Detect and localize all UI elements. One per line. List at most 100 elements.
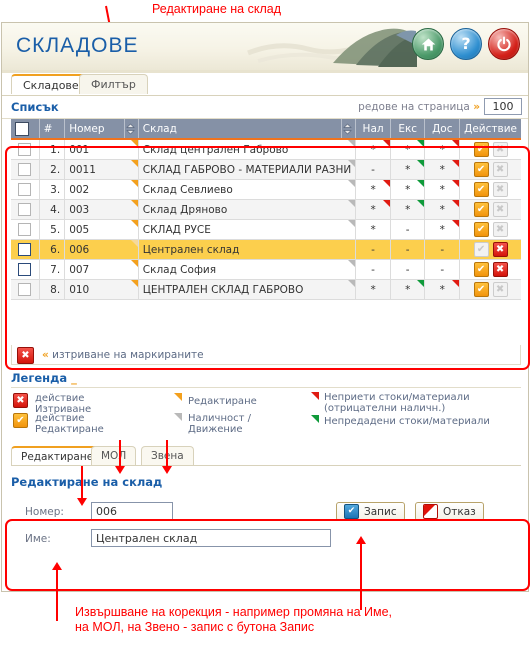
table-row[interactable]: 1. 001 Склад централен Габрово * * * ✔ ✖ [11, 139, 521, 160]
row-checkbox[interactable] [18, 223, 32, 236]
row-checkbox[interactable] [18, 203, 32, 216]
legend-collapse-icon[interactable]: _ [71, 371, 77, 385]
row-eks: - [390, 219, 426, 240]
row-checkbox-cell[interactable] [11, 139, 40, 160]
annotation-mol-leader [119, 440, 121, 468]
row-edit-button[interactable]: ✔ [473, 282, 489, 297]
table-row[interactable]: 2. 0011 СКЛАД ГАБРОВО - МАТЕРИАЛИ РАЗНИ - * *… [11, 159, 521, 180]
row-warehouse: ЦЕНТРАЛЕН СКЛАД ГАБРОВО [138, 279, 357, 300]
bottom-tab-edit[interactable]: Редактиране [11, 446, 104, 465]
row-nal: * [355, 219, 391, 240]
sort-icon[interactable] [342, 123, 353, 135]
page-title: СКЛАДОВЕ [16, 34, 139, 57]
delete-marked-label[interactable]: « изтриване на маркираните [42, 349, 204, 361]
row-actions[interactable]: ✔ ✖ [459, 279, 521, 300]
th-nal-label: Нал [362, 122, 384, 135]
table-row[interactable]: 6. 006 Централен склад - - - ✔ ✖ [11, 239, 521, 260]
cancel-icon [423, 504, 438, 519]
row-checkbox[interactable] [18, 243, 32, 256]
row-checkbox-cell[interactable] [11, 279, 40, 300]
row-actions[interactable]: ✔ ✖ [459, 179, 521, 200]
row-index: 6. [39, 239, 66, 260]
sort-icon[interactable] [125, 123, 136, 135]
row-checkbox[interactable] [18, 163, 32, 176]
number-input[interactable] [91, 502, 173, 520]
th-sort-number[interactable] [124, 119, 139, 140]
corner-flag-icon [348, 220, 356, 227]
row-checkbox-cell[interactable] [11, 239, 40, 260]
save-button[interactable]: ✔ Запис [336, 502, 405, 521]
power-icon[interactable] [488, 28, 520, 60]
row-nal: * [355, 279, 391, 300]
legend-corner-stock-label: Наличност / Движение [188, 413, 251, 435]
row-delete-button[interactable]: ✖ [492, 262, 508, 277]
edit-form-title-label: Редактиране на склад [11, 475, 163, 489]
row-actions[interactable]: ✔ ✖ [459, 159, 521, 180]
row-actions[interactable]: ✔ ✖ [459, 199, 521, 220]
help-icon[interactable]: ? [450, 28, 482, 60]
legend-delete-label: действие Изтриване [35, 393, 91, 415]
row-index: 1. [39, 139, 66, 160]
row-checkbox-cell[interactable] [11, 259, 40, 280]
row-actions[interactable]: ✔ ✖ [459, 259, 521, 280]
th-number-label: Номер [69, 122, 105, 135]
delete-marked-bar[interactable]: ✖ « изтриване на маркираните [11, 345, 521, 365]
annotation-mol-arrowhead [115, 466, 125, 474]
row-checkbox[interactable] [18, 183, 32, 196]
row-nal: * [355, 179, 391, 200]
th-warehouse[interactable]: Склад [138, 119, 343, 140]
row-edit-button[interactable]: ✔ [473, 182, 489, 197]
table-row[interactable]: 4. 003 Склад Дряново * * * ✔ ✖ [11, 199, 521, 220]
row-checkbox[interactable] [18, 283, 32, 296]
th-number[interactable]: Номер [64, 119, 125, 140]
cancel-button[interactable]: Отказ [415, 502, 484, 521]
delete-icon[interactable]: ✖ [17, 347, 34, 364]
bottom-tab-edit-label: Редактиране [21, 451, 94, 463]
home-icon[interactable] [412, 28, 444, 60]
legend-corner-red-icon [311, 392, 319, 400]
legend-corner-red-line1: Неприети стоки/материали [324, 392, 470, 403]
row-actions[interactable]: ✔ ✖ [459, 239, 521, 260]
annotation-edittab-leader [81, 466, 83, 500]
row-checkbox-cell[interactable] [11, 219, 40, 240]
corner-flag-icon [348, 280, 356, 287]
table-row[interactable]: 8. 010 ЦЕНТРАЛЕН СКЛАД ГАБРОВО * * * ✔ ✖ [11, 279, 521, 300]
row-actions[interactable]: ✔ ✖ [459, 219, 521, 240]
tab-filter[interactable]: Филтър [79, 74, 148, 94]
select-all-checkbox[interactable] [15, 121, 29, 136]
th-eks-label: Екс [398, 122, 418, 135]
table-row[interactable]: 5. 005 СКЛАД РУСЕ * - * ✔ ✖ [11, 219, 521, 240]
row-checkbox[interactable] [18, 263, 32, 276]
row-edit-button[interactable]: ✔ [473, 262, 489, 277]
row-checkbox[interactable] [18, 143, 32, 156]
table-body: 1. 001 Склад централен Габрово * * * ✔ ✖ 2. 0011 С… [11, 139, 521, 300]
row-dos: - [424, 239, 461, 260]
row-eks: - [390, 239, 426, 260]
corner-flag-icon [417, 180, 425, 187]
corner-flag-icon [417, 280, 425, 287]
legend-edit-label: действие Редактиране [35, 413, 104, 435]
row-actions[interactable]: ✔ ✖ [459, 139, 521, 160]
corner-flag-icon [348, 180, 356, 187]
row-delete-button: ✖ [492, 282, 508, 297]
rows-per-page-input[interactable] [484, 98, 522, 115]
th-sort-warehouse[interactable] [341, 119, 357, 140]
row-edit-button[interactable]: ✔ [473, 142, 489, 157]
th-select-all[interactable] [11, 119, 40, 140]
name-input[interactable] [91, 529, 331, 547]
row-edit-button[interactable]: ✔ [473, 202, 489, 217]
table-row[interactable]: 7. 007 Склад София - - - ✔ ✖ [11, 259, 521, 280]
app-banner: СКЛАДОВЕ ? [2, 23, 528, 73]
corner-flag-icon [452, 200, 460, 207]
row-number: 010 [64, 279, 139, 300]
row-delete-button[interactable]: ✖ [492, 242, 508, 257]
table-row[interactable]: 3. 002 Склад Севлиево * * * ✔ ✖ [11, 179, 521, 200]
legend-delete-line1: действие [35, 393, 85, 404]
row-edit-button[interactable]: ✔ [473, 162, 489, 177]
row-checkbox-cell[interactable] [11, 199, 40, 220]
row-edit-button[interactable]: ✔ [473, 222, 489, 237]
bottom-tab-mol[interactable]: МОЛ [91, 446, 137, 465]
row-checkbox-cell[interactable] [11, 179, 40, 200]
row-checkbox-cell[interactable] [11, 159, 40, 180]
row-warehouse: Склад централен Габрово [138, 139, 357, 160]
